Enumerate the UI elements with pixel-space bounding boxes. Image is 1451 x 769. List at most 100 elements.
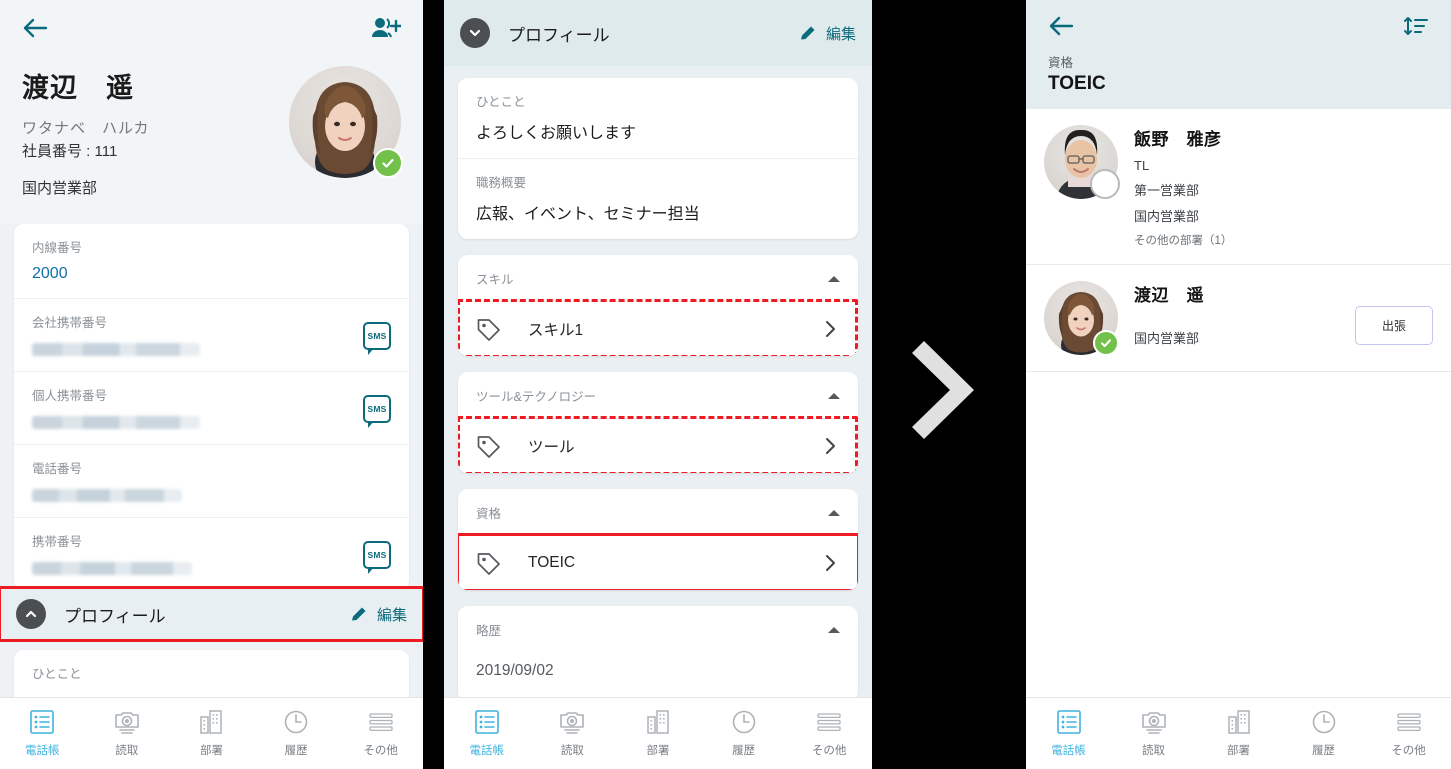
result-dept-1: 国内営業部	[1134, 331, 1200, 346]
edit-profile-button[interactable]: 編集	[349, 604, 407, 625]
nav-label: 履歴	[732, 745, 756, 757]
chevron-up-icon[interactable]	[828, 626, 840, 633]
nav-label: 履歴	[1312, 745, 1335, 757]
nav-item-phonebook[interactable]: 電話帳	[444, 709, 530, 758]
chevron-up-icon[interactable]	[828, 275, 840, 282]
nav-label: 電話帳	[469, 745, 505, 757]
section-header[interactable]: スキル	[458, 255, 858, 301]
screenshot-stage: 渡辺 遥 ワタナベ ハルカ 社員番号 : 111 国内営業部 内線番号 2000…	[0, 0, 1451, 769]
list-item[interactable]: ツール	[458, 418, 858, 473]
list-item[interactable]: スキル1	[458, 301, 858, 356]
section-skill: スキル スキル1	[458, 255, 858, 356]
list-item-label: スキル1	[528, 322, 584, 339]
field-value-masked	[32, 489, 182, 502]
avatar[interactable]	[289, 66, 403, 178]
nav-label: 部署	[199, 745, 223, 757]
clock-icon	[1312, 710, 1335, 734]
field-label: 職務概要	[476, 176, 527, 190]
section-qualification: 資格 TOEIC	[458, 489, 858, 590]
field-value: 広報、イベント、セミナー担当	[476, 206, 700, 223]
nav-item-department[interactable]: 部署	[615, 709, 701, 758]
field-row[interactable]: 個人携帯番号 SMS	[14, 371, 409, 444]
sort-icon[interactable]	[1403, 14, 1429, 38]
profile-section-header[interactable]: プロフィール 編集	[0, 586, 423, 642]
field-row[interactable]: ひとこと よろしくお願いします	[458, 78, 858, 158]
nav-item-phonebook[interactable]: 電話帳	[0, 709, 85, 758]
arrow-left-icon[interactable]	[1048, 15, 1074, 37]
nav-item-more[interactable]: その他	[1366, 709, 1451, 758]
nav-item-history[interactable]: 履歴	[701, 709, 787, 758]
chevron-right-icon	[826, 321, 835, 337]
nav-item-more[interactable]: その他	[786, 709, 872, 758]
section-history: 略歴 2019/09/02	[458, 606, 858, 697]
result-info: 渡辺 遥 国内営業部	[1134, 281, 1355, 347]
chevron-up-icon[interactable]	[828, 392, 840, 399]
pencil-icon	[800, 26, 815, 39]
building-icon	[1227, 710, 1250, 734]
nav-item-scan[interactable]: 読取	[1111, 709, 1196, 758]
clock-icon	[732, 710, 755, 734]
avatar[interactable]	[1044, 281, 1119, 356]
section-header[interactable]: 資格	[458, 489, 858, 535]
field-row[interactable]: 職務概要 広報、イベント、セミナー担当	[458, 158, 858, 239]
results-header: 資格 TOEIC	[1026, 0, 1451, 109]
field-row[interactable]: 内線番号 2000	[14, 224, 409, 298]
nav-item-phonebook[interactable]: 電話帳	[1026, 709, 1111, 758]
profile-body[interactable]: ひとこと よろしくお願いします 職務概要 広報、イベント、セミナー担当 スキル	[444, 66, 872, 697]
result-dept-1: 第一営業部	[1134, 183, 1200, 198]
section-title: 資格	[476, 507, 502, 521]
contact-fields-scroll[interactable]: 内線番号 2000 会社携帯番号 SMS 個人携帯番号 SMS 電話番号 携帯番…	[0, 224, 423, 697]
contact-list-icon	[474, 710, 499, 734]
sms-icon[interactable]: SMS	[363, 395, 391, 428]
field-value-masked	[32, 343, 200, 356]
field-row[interactable]: 携帯番号 SMS	[14, 517, 409, 590]
nav-item-department[interactable]: 部署	[1196, 709, 1281, 758]
sms-icon[interactable]: SMS	[363, 322, 391, 355]
field-label: ひとこと	[32, 667, 82, 681]
panel-profile-detail: プロフィール 編集 ひとこと よろしくお願いします 職務概要 広報、イベント、セ…	[444, 0, 872, 769]
avatar[interactable]	[1044, 125, 1120, 199]
nav-item-department[interactable]: 部署	[169, 709, 254, 758]
field-row[interactable]: 電話番号	[14, 444, 409, 517]
chevron-up-icon[interactable]	[828, 509, 840, 516]
section-header[interactable]: ツール&テクノロジー	[458, 372, 858, 418]
field-value[interactable]: 2000	[32, 265, 82, 283]
results-list[interactable]: 飯野 雅彦 TL 第一営業部 国内営業部 その他の部署（1） 渡辺 遥 国内営業…	[1026, 109, 1451, 697]
section-header[interactable]: 略歴	[458, 606, 858, 652]
history-date: 2019/09/02	[476, 662, 554, 679]
field-label: 内線番号	[32, 241, 83, 255]
result-name: 渡辺 遥	[1134, 286, 1204, 305]
field-value-masked	[32, 562, 192, 575]
expand-toggle-icon[interactable]	[460, 18, 490, 48]
collapse-toggle-icon[interactable]	[16, 599, 46, 629]
profile-title: プロフィール	[508, 25, 610, 45]
list-item[interactable]: 飯野 雅彦 TL 第一営業部 国内営業部 その他の部署（1）	[1026, 109, 1451, 265]
nav-item-scan[interactable]: 読取	[85, 709, 170, 758]
contact-identity: 渡辺 遥 ワタナベ ハルカ 社員番号 : 111 国内営業部	[0, 56, 423, 224]
list-item-label: TOEIC	[528, 554, 576, 571]
result-other-depts: その他の部署（1）	[1134, 235, 1233, 247]
nav-label: 部署	[1227, 745, 1250, 757]
status-badge-button[interactable]: 出張	[1354, 305, 1433, 345]
edit-profile-button[interactable]: 編集	[798, 23, 856, 44]
field-row[interactable]: 会社携帯番号 SMS	[14, 298, 409, 371]
contact-list-icon	[1056, 710, 1081, 734]
sms-icon[interactable]: SMS	[363, 541, 391, 574]
arrow-left-icon[interactable]	[22, 17, 48, 39]
list-item[interactable]: TOEIC	[458, 533, 858, 590]
list-item[interactable]: 渡辺 遥 国内営業部 出張	[1026, 265, 1451, 372]
section-title: ツール&テクノロジー	[476, 390, 597, 404]
nav-item-scan[interactable]: 読取	[530, 709, 616, 758]
panel-search-results: 資格 TOEIC 飯野 雅彦 TL 第一営業部 国内営業部 その他の部署（1） …	[1026, 0, 1451, 769]
field-row[interactable]: ひとこと	[14, 650, 409, 697]
nav-label: 読取	[1142, 745, 1165, 757]
nav-item-more[interactable]: その他	[338, 709, 423, 758]
profile-section-title: プロフィール	[64, 606, 166, 626]
nav-item-history[interactable]: 履歴	[254, 709, 339, 758]
add-person-icon[interactable]	[371, 16, 401, 40]
nav-item-history[interactable]: 履歴	[1281, 709, 1366, 758]
chevron-right-icon	[826, 555, 835, 571]
menu-icon	[369, 713, 393, 732]
nav-label: その他	[811, 745, 847, 757]
result-dept-2: 国内営業部	[1134, 209, 1200, 224]
